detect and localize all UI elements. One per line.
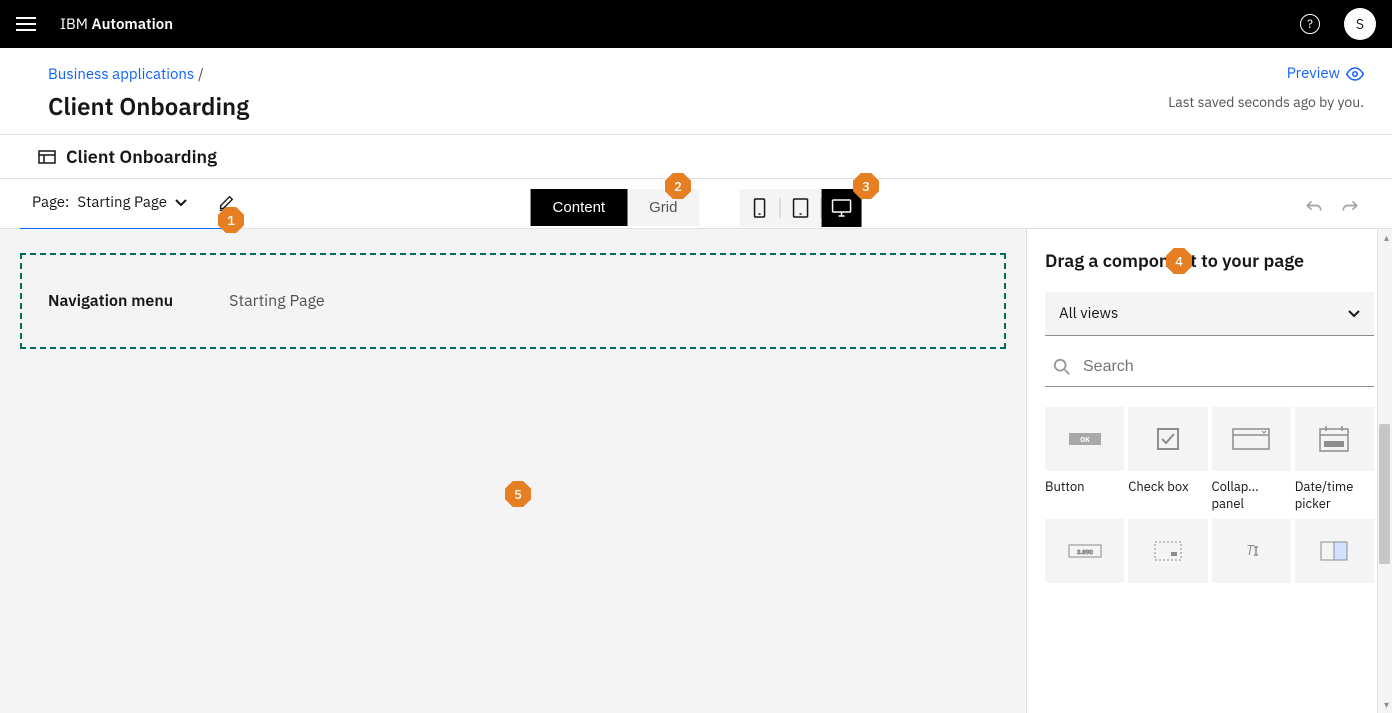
grid-tab[interactable]: Grid	[627, 189, 699, 226]
calendar-icon: 12:00	[1318, 425, 1350, 453]
header-actions: Preview Last saved seconds ago by you.	[1168, 64, 1364, 111]
top-header: IBM Automation ? S	[0, 0, 1392, 48]
svg-text:OK: OK	[1080, 435, 1090, 444]
components-panel: Drag a component to your page All views …	[1026, 229, 1392, 713]
logo: IBM Automation	[60, 15, 173, 34]
svg-text:T: T	[1246, 541, 1255, 559]
marker-3: 3	[853, 173, 879, 199]
select-icon	[1153, 540, 1183, 562]
component-label: Collap... panel	[1212, 477, 1291, 515]
marker-2: 2	[665, 173, 691, 199]
panel-icon	[1231, 427, 1271, 451]
text-icon: T	[1236, 541, 1266, 561]
sub-title: Client Onboarding	[66, 145, 217, 168]
app-icon	[38, 150, 56, 164]
chevron-down-icon	[1348, 310, 1360, 318]
page-header: Business applications / Client Onboardin…	[0, 48, 1392, 135]
page-name: Starting Page	[77, 193, 167, 212]
sub-header: Client Onboarding	[0, 135, 1392, 179]
hamburger-menu-icon[interactable]	[16, 17, 36, 31]
preview-label: Preview	[1287, 64, 1340, 83]
component-checkbox[interactable]: Check box	[1128, 407, 1207, 515]
breadcrumb-link[interactable]: Business applications	[48, 65, 194, 84]
help-icon[interactable]: ?	[1300, 14, 1320, 34]
component-label: Check box	[1128, 477, 1188, 513]
content-tab[interactable]: Content	[531, 189, 628, 226]
marker-4: 4	[1166, 248, 1192, 274]
logo-bold: Automation	[92, 15, 174, 34]
tablet-button[interactable]	[780, 189, 820, 227]
eye-icon	[1346, 65, 1364, 83]
search-input[interactable]	[1083, 358, 1366, 376]
button-icon: OK	[1065, 429, 1105, 449]
component-label: Date/time picker	[1295, 477, 1374, 515]
component-decimal[interactable]: 3.890	[1045, 519, 1124, 625]
component-button[interactable]: OK Button	[1045, 407, 1124, 515]
svg-text:12:00: 12:00	[1328, 442, 1341, 448]
component-text[interactable]: T	[1212, 519, 1291, 625]
scrollbar-thumb[interactable]	[1379, 424, 1390, 564]
redo-icon[interactable]	[1340, 198, 1360, 218]
page-selector[interactable]: Page: Starting Page	[20, 185, 235, 231]
page-title: Client Onboarding	[48, 90, 1344, 122]
split-icon	[1319, 540, 1349, 562]
component-datetime-picker[interactable]: 12:00 Date/time picker	[1295, 407, 1374, 515]
toolbar-right	[1304, 198, 1372, 218]
preview-link[interactable]: Preview	[1168, 64, 1364, 83]
component-split[interactable]	[1295, 519, 1374, 625]
content-area: Navigation menu Starting Page Drag a com…	[0, 229, 1392, 713]
breadcrumb: Business applications /	[48, 64, 1344, 84]
checkbox-icon	[1156, 427, 1180, 451]
chevron-down-icon[interactable]	[175, 199, 187, 207]
svg-text:3.890: 3.890	[1077, 548, 1093, 556]
component-grid: OK Button Check box Collap... panel 12:0…	[1045, 407, 1374, 625]
toolbar-center: Content Grid	[531, 189, 862, 227]
logo-prefix: IBM	[60, 15, 92, 34]
canvas[interactable]: Navigation menu Starting Page	[0, 229, 1026, 713]
header-right: ? S	[1300, 8, 1376, 40]
header-left: IBM Automation	[16, 15, 173, 34]
decimal-icon: 3.890	[1065, 541, 1105, 561]
toolbar: Page: Starting Page Content Grid	[0, 179, 1392, 229]
desktop-button[interactable]	[821, 189, 861, 227]
undo-icon[interactable]	[1304, 198, 1324, 218]
nav-page: Starting Page	[229, 291, 325, 311]
component-select[interactable]	[1128, 519, 1207, 625]
avatar[interactable]: S	[1344, 8, 1376, 40]
scroll-up-icon[interactable]: ▴	[1384, 231, 1389, 244]
breadcrumb-sep: /	[198, 65, 204, 84]
nav-row: Navigation menu Starting Page	[42, 279, 984, 323]
dropdown-label: All views	[1059, 304, 1118, 323]
views-dropdown[interactable]: All views	[1045, 292, 1374, 336]
saved-status: Last saved seconds ago by you.	[1168, 93, 1364, 111]
search-box[interactable]	[1045, 348, 1374, 387]
search-icon	[1053, 358, 1071, 376]
canvas-dropzone[interactable]: Navigation menu Starting Page	[20, 253, 1006, 349]
scroll-down-icon[interactable]: ▾	[1384, 698, 1389, 711]
phone-button[interactable]	[739, 189, 779, 227]
panel-title: Drag a component to your page	[1045, 249, 1374, 272]
scrollbar[interactable]: ▴ ▾	[1377, 229, 1392, 713]
component-collapsible-panel[interactable]: Collap... panel	[1212, 407, 1291, 515]
nav-label: Navigation menu	[48, 291, 173, 311]
device-toggle	[739, 189, 861, 227]
component-label: Button	[1045, 477, 1085, 513]
page-label: Page:	[32, 193, 69, 212]
